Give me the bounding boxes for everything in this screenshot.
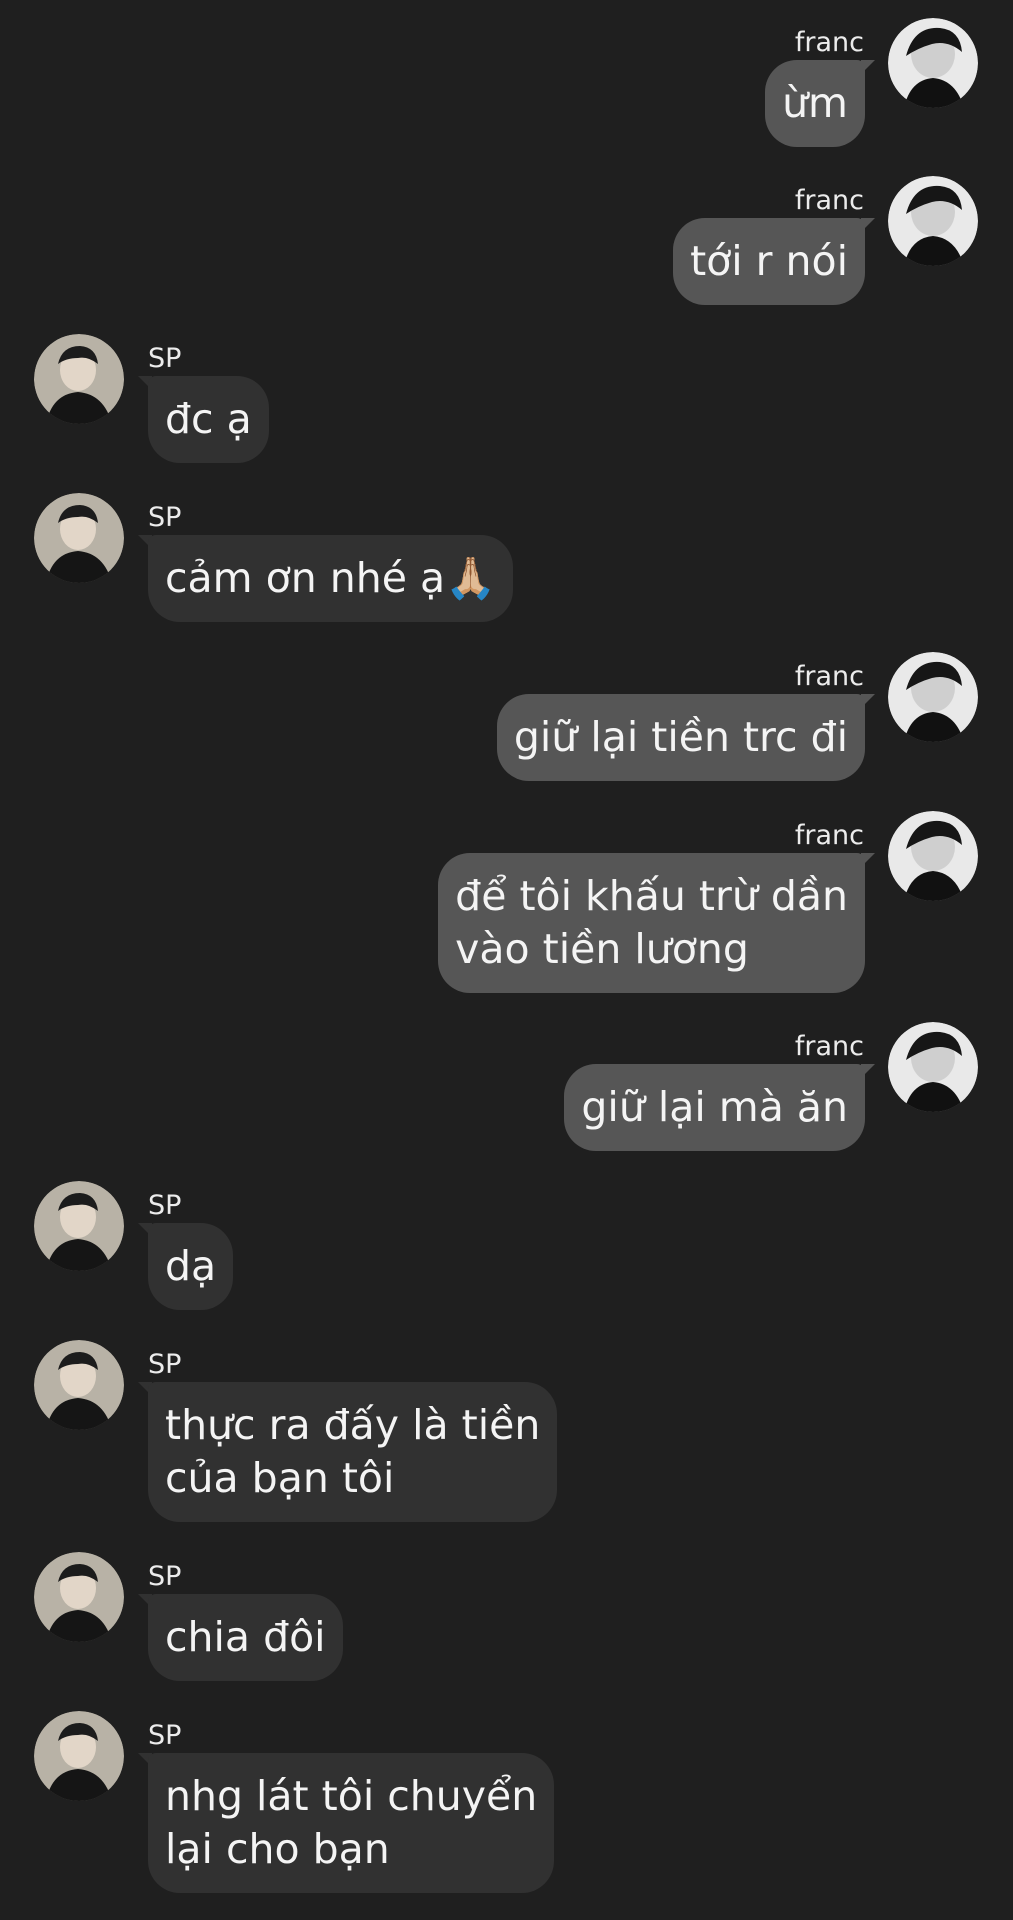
sp-avatar-icon[interactable] xyxy=(34,1711,124,1801)
message-row: SP đc ạ xyxy=(0,334,1013,474)
sp-avatar-icon[interactable] xyxy=(34,493,124,583)
message-bubble[interactable]: thực ra đấy là tiền của bạn tôi xyxy=(148,1382,558,1522)
sp-avatar-icon[interactable] xyxy=(34,1340,124,1430)
franc-avatar-icon[interactable] xyxy=(888,18,978,108)
sender-name: SP xyxy=(148,343,182,374)
sender-name: SP xyxy=(148,1190,182,1221)
sender-name: franc xyxy=(794,27,864,58)
sp-avatar-icon[interactable] xyxy=(34,1181,124,1271)
sender-name: franc xyxy=(794,820,864,851)
message-text: thực ra đấy là tiền xyxy=(165,1401,541,1449)
message-text: ừm xyxy=(782,79,848,127)
message-bubble[interactable]: tới r nói xyxy=(673,218,865,305)
franc-avatar-icon[interactable] xyxy=(888,176,978,266)
message-row: franc ừm xyxy=(0,18,1013,158)
message-row: SP cảm ơn nhé ạ🙏🏼 xyxy=(0,493,1013,633)
sp-avatar-icon[interactable] xyxy=(34,334,124,424)
sender-name: SP xyxy=(148,502,182,533)
message-bubble[interactable]: cảm ơn nhé ạ🙏🏼 xyxy=(148,535,514,622)
message-bubble[interactable]: dạ xyxy=(148,1223,234,1310)
message-text: giữ lại tiền trc đi xyxy=(513,713,848,761)
message-bubble[interactable]: để tôi khấu trừ dần vào tiền lương xyxy=(438,853,865,993)
message-bubble[interactable]: nhg lát tôi chuyển lại cho bạn xyxy=(148,1753,555,1893)
message-text: đc ạ xyxy=(165,395,252,443)
franc-avatar-icon[interactable] xyxy=(888,811,978,901)
message-text: của bạn tôi xyxy=(165,1454,395,1502)
sp-avatar-icon[interactable] xyxy=(34,1552,124,1642)
message-row: SP thực ra đấy là tiền của bạn tôi xyxy=(0,1340,1013,1530)
message-row: franc giữ lại tiền trc đi xyxy=(0,652,1013,792)
sender-name: SP xyxy=(148,1349,182,1380)
sender-name: franc xyxy=(794,1031,864,1062)
message-row: SP dạ xyxy=(0,1181,1013,1321)
sender-name: franc xyxy=(794,185,864,216)
message-text: cảm ơn nhé ạ🙏🏼 xyxy=(165,554,497,602)
franc-avatar-icon[interactable] xyxy=(888,1022,978,1112)
message-row: SP nhg lát tôi chuyển lại cho bạn xyxy=(0,1711,1013,1901)
message-row: franc để tôi khấu trừ dần vào tiền lương xyxy=(0,811,1013,1001)
message-bubble[interactable]: giữ lại mà ăn xyxy=(564,1064,865,1151)
message-bubble[interactable]: chia đôi xyxy=(148,1594,343,1681)
message-bubble[interactable]: giữ lại tiền trc đi xyxy=(496,694,865,781)
sender-name: SP xyxy=(148,1561,182,1592)
message-text: chia đôi xyxy=(165,1613,326,1661)
message-row: franc tới r nói xyxy=(0,176,1013,316)
sender-name: SP xyxy=(148,1720,182,1751)
message-bubble[interactable]: đc ạ xyxy=(148,376,269,463)
message-text: vào tiền lương xyxy=(455,925,749,973)
message-text: dạ xyxy=(165,1242,217,1290)
sender-name: franc xyxy=(794,661,864,692)
message-text: giữ lại mà ăn xyxy=(581,1083,848,1131)
message-row: SP chia đôi xyxy=(0,1552,1013,1692)
franc-avatar-icon[interactable] xyxy=(888,652,978,742)
message-text: lại cho bạn xyxy=(165,1825,390,1873)
message-bubble[interactable]: ừm xyxy=(765,60,865,147)
message-text: tới r nói xyxy=(690,237,848,285)
message-text: nhg lát tôi chuyển xyxy=(165,1772,538,1820)
message-text: để tôi khấu trừ dần xyxy=(455,872,848,920)
message-row: franc giữ lại mà ăn xyxy=(0,1022,1013,1162)
